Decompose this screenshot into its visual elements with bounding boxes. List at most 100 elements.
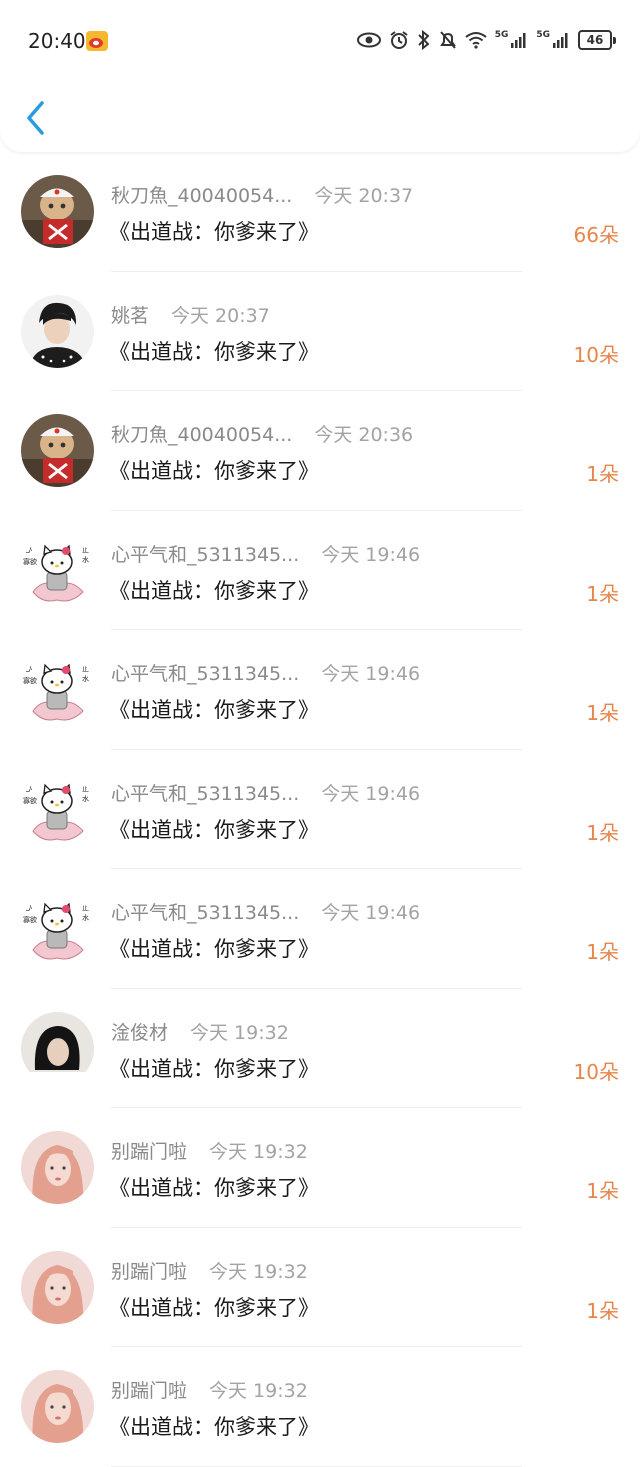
flower-count: 10朵 [573, 342, 619, 367]
user-name[interactable]: 心平气和_5311345... [111, 663, 299, 685]
avatar[interactable] [21, 1370, 94, 1443]
user-name[interactable]: 心平气和_5311345... [111, 544, 299, 566]
list-item[interactable]: 淦俊材 今天 19:32 《出道战：你爹来了》 10朵 [0, 989, 640, 1108]
divider [111, 1465, 522, 1467]
avatar[interactable] [21, 1131, 94, 1204]
signal-icon [511, 33, 526, 48]
timestamp: 今天 19:46 [321, 782, 421, 805]
avatar[interactable] [21, 1250, 94, 1324]
svg-text:寡欲: 寡欲 [23, 796, 37, 805]
timestamp: 今天 19:32 [209, 1260, 308, 1283]
svg-text:水: 水 [82, 794, 89, 803]
user-name-line: 别踹门啦 今天 19:32 [111, 1137, 308, 1164]
svg-text:水: 水 [82, 913, 89, 922]
gift-message: 《出道战：你爹来了》 [109, 459, 319, 483]
user-name[interactable]: 心平气和_5311345... [111, 902, 299, 924]
flower-count: 1朵 [586, 701, 619, 725]
svg-text:寡欲: 寡欲 [23, 557, 37, 566]
user-name-line: 别踹门啦 今天 19:32 [111, 1376, 308, 1403]
user-name[interactable]: 淦俊材 [111, 1022, 168, 1044]
list-item[interactable]: 秋刀魚_40040054... 今天 20:37 《出道战：你爹来了》 66朵 [0, 152, 640, 272]
weibo-icon [86, 31, 108, 51]
gift-message: 《出道战：你爹来了》 [109, 937, 319, 961]
svg-text:寡欲: 寡欲 [23, 676, 37, 685]
status-icons: 5G 5G 46 [356, 28, 616, 52]
gift-message: 《出道战：你爹来了》 [109, 817, 319, 842]
user-name-line: 心平气和_5311345... 今天 19:46 [111, 779, 420, 806]
user-name-line: 心平气和_5311345... 今天 19:46 [111, 659, 420, 686]
list-item[interactable]: 姚茗 今天 20:37 《出道战：你爹来了》 10朵 [0, 272, 640, 391]
user-name-line: 心平气和_5311345... 今天 19:46 [111, 898, 420, 925]
gift-message: 《出道战：你爹来了》 [109, 1415, 319, 1439]
flower-count: 1朵 [586, 1298, 619, 1323]
timestamp: 今天 20:37 [314, 185, 414, 207]
flower-count: 10朵 [573, 1059, 619, 1084]
list-item[interactable]: 心 寡欲 止 水 心平气和_5311345... 今天 19:46 《出道战：你爹… [0, 630, 640, 750]
svg-text:心: 心 [23, 783, 32, 794]
list-item[interactable]: 心 寡欲 止 水 心平气和_5311345... 今天 19:46 《出道战：你爹… [0, 511, 640, 630]
back-button[interactable] [22, 98, 50, 138]
user-name[interactable]: 秋刀魚_40040054... [111, 185, 292, 207]
signal-icon-2 [553, 33, 568, 48]
flower-count: 1朵 [586, 462, 619, 486]
eye-icon [356, 32, 381, 48]
list-item[interactable]: 别踹门啦 今天 19:32 《出道战：你爹来了》 [0, 1347, 640, 1467]
svg-text:止: 止 [82, 664, 89, 673]
svg-text:止: 止 [82, 545, 89, 554]
svg-text:心: 心 [23, 902, 32, 913]
user-name-line: 心平气和_5311345... 今天 19:46 [111, 540, 420, 567]
network-label-1: 5G [494, 30, 509, 40]
chevron-left-icon [27, 101, 44, 135]
avatar[interactable] [21, 294, 94, 368]
user-name[interactable]: 姚茗 [111, 305, 149, 327]
user-name-line: 姚茗 今天 20:37 [111, 301, 270, 328]
flower-count: 66朵 [573, 223, 619, 247]
svg-text:止: 止 [82, 903, 89, 912]
user-name[interactable]: 别踹门啦 [111, 1141, 187, 1163]
avatar[interactable]: 心 寡欲 止 水 [21, 892, 94, 965]
gift-message: 《出道战：你爹来了》 [109, 1176, 319, 1200]
mute-bell-icon [439, 31, 456, 49]
avatar[interactable] [21, 414, 94, 487]
svg-text:水: 水 [82, 674, 89, 683]
list-item[interactable]: 心 寡欲 止 水 心平气和_5311345... 今天 19:46 《出道战：你爹… [0, 869, 640, 989]
timestamp: 今天 20:36 [314, 424, 414, 446]
user-name[interactable]: 秋刀魚_40040054... [111, 424, 292, 446]
svg-text:心: 心 [23, 663, 32, 674]
svg-text:心: 心 [23, 544, 32, 555]
alarm-icon [390, 31, 408, 49]
battery-level: 46 [578, 30, 612, 50]
avatar[interactable] [21, 1011, 94, 1085]
avatar[interactable]: 心 寡欲 止 水 [21, 772, 94, 846]
user-name[interactable]: 别踹门啦 [111, 1261, 187, 1283]
user-name[interactable]: 心平气和_5311345... [111, 783, 299, 805]
gift-message: 《出道战：你爹来了》 [109, 1056, 319, 1081]
user-name-line: 秋刀魚_40040054... 今天 20:36 [111, 420, 413, 447]
timestamp: 今天 20:37 [171, 304, 270, 327]
status-time: 20:40 [28, 29, 86, 53]
gift-message: 《出道战：你爹来了》 [109, 220, 319, 244]
user-name-line: 别踹门啦 今天 19:32 [111, 1257, 308, 1284]
flower-count: 1朵 [586, 581, 619, 606]
avatar[interactable]: 心 寡欲 止 水 [21, 653, 94, 726]
gift-message: 《出道战：你爹来了》 [109, 1295, 319, 1320]
gift-list: 秋刀魚_40040054... 今天 20:37 《出道战：你爹来了》 66朵 姚… [0, 152, 640, 1467]
timestamp: 今天 19:46 [321, 663, 421, 685]
battery-icon: 46 [578, 30, 616, 50]
list-item[interactable]: 心 寡欲 止 水 心平气和_5311345... 今天 19:46 《出道战：你爹… [0, 750, 640, 869]
user-name[interactable]: 别踹门啦 [111, 1380, 187, 1402]
user-name-line: 淦俊材 今天 19:32 [111, 1018, 289, 1045]
top-bar: 20:40 5G 5G 46 [0, 0, 640, 152]
user-name-line: 秋刀魚_40040054... 今天 20:37 [111, 181, 413, 208]
flower-count: 1朵 [586, 1179, 619, 1203]
list-item[interactable]: 别踹门啦 今天 19:32 《出道战：你爹来了》 1朵 [0, 1108, 640, 1228]
avatar[interactable]: 心 寡欲 止 水 [21, 533, 94, 607]
network-label-2: 5G [536, 30, 550, 40]
list-item[interactable]: 别踹门啦 今天 19:32 《出道战：你爹来了》 1朵 [0, 1228, 640, 1347]
timestamp: 今天 19:46 [321, 543, 421, 566]
flower-count: 1朵 [586, 940, 619, 964]
avatar[interactable] [21, 175, 94, 248]
gift-message: 《出道战：你爹来了》 [109, 698, 319, 722]
svg-text:止: 止 [82, 784, 89, 793]
list-item[interactable]: 秋刀魚_40040054... 今天 20:36 《出道战：你爹来了》 1朵 [0, 391, 640, 511]
